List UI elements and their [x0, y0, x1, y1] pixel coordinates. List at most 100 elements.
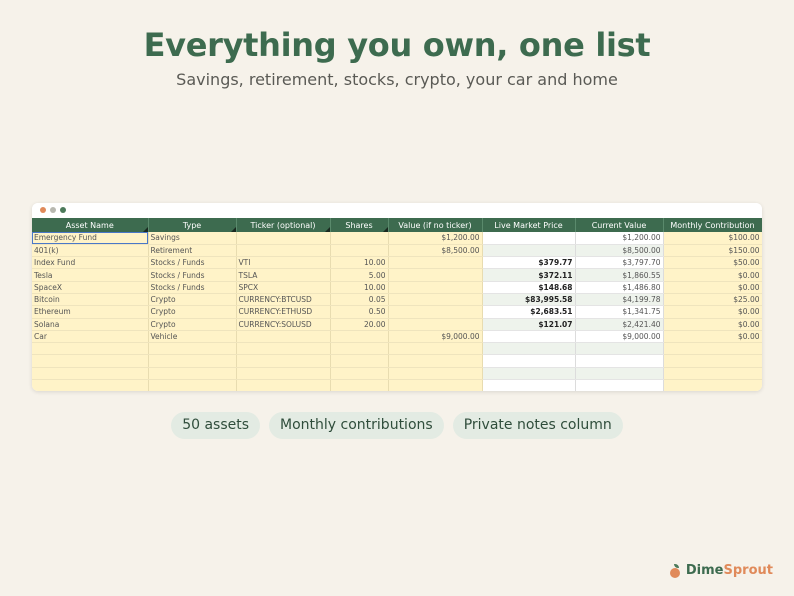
- table-cell[interactable]: [236, 330, 331, 344]
- table-cell[interactable]: $2,683.51: [482, 305, 576, 319]
- table-cell[interactable]: [148, 342, 237, 356]
- table-cell[interactable]: $83,995.58: [482, 293, 576, 307]
- window-dot-minimize[interactable]: [50, 207, 56, 213]
- table-cell[interactable]: Vehicle: [148, 330, 237, 344]
- table-cell[interactable]: $0.00: [663, 305, 762, 319]
- table-cell[interactable]: CURRENCY:SOLUSD: [236, 318, 331, 331]
- table-cell[interactable]: Retirement: [148, 244, 237, 258]
- table-cell[interactable]: [236, 379, 331, 391]
- table-cell[interactable]: [388, 293, 483, 307]
- table-cell[interactable]: 10.00: [330, 256, 389, 270]
- table-cell[interactable]: [236, 354, 331, 368]
- table-cell[interactable]: [388, 256, 483, 270]
- table-cell[interactable]: [148, 367, 237, 381]
- table-cell[interactable]: Crypto: [148, 305, 237, 319]
- table-cell[interactable]: [236, 232, 331, 245]
- table-cell[interactable]: $150.00: [663, 244, 762, 258]
- column-header[interactable]: Type: [148, 218, 237, 232]
- table-cell[interactable]: Solana: [32, 318, 149, 331]
- table-cell[interactable]: [32, 379, 149, 391]
- table-cell[interactable]: Tesla: [32, 268, 149, 282]
- table-cell[interactable]: 0.05: [330, 293, 389, 307]
- table-cell[interactable]: $0.00: [663, 330, 762, 344]
- table-cell[interactable]: [236, 244, 331, 258]
- table-cell[interactable]: CURRENCY:ETHUSD: [236, 305, 331, 319]
- table-cell[interactable]: [148, 354, 237, 368]
- table-cell[interactable]: $0.00: [663, 268, 762, 282]
- table-cell[interactable]: $148.68: [482, 281, 576, 294]
- window-dot-maximize[interactable]: [60, 207, 66, 213]
- table-cell[interactable]: $1,341.75: [575, 305, 664, 319]
- table-cell[interactable]: [388, 281, 483, 294]
- table-cell[interactable]: [330, 354, 389, 368]
- table-cell[interactable]: [663, 354, 762, 368]
- filter-corner-icon[interactable]: [382, 227, 388, 232]
- table-cell[interactable]: [388, 379, 483, 391]
- column-header[interactable]: Value (if no ticker): [388, 218, 483, 232]
- column-header[interactable]: Shares: [330, 218, 389, 232]
- table-cell[interactable]: $1,200.00: [388, 232, 483, 245]
- table-cell[interactable]: $121.07: [482, 318, 576, 331]
- table-cell[interactable]: $1,486.80: [575, 281, 664, 294]
- filter-corner-icon[interactable]: [142, 227, 148, 232]
- table-cell[interactable]: Stocks / Funds: [148, 256, 237, 270]
- table-cell[interactable]: 0.50: [330, 305, 389, 319]
- table-cell[interactable]: SPCX: [236, 281, 331, 294]
- table-cell[interactable]: [330, 244, 389, 258]
- table-cell[interactable]: $372.11: [482, 268, 576, 282]
- table-cell[interactable]: $379.77: [482, 256, 576, 270]
- column-header[interactable]: Ticker (optional): [236, 218, 331, 232]
- table-cell[interactable]: [388, 268, 483, 282]
- table-cell[interactable]: 5.00: [330, 268, 389, 282]
- table-cell[interactable]: TSLA: [236, 268, 331, 282]
- table-cell[interactable]: [148, 379, 237, 391]
- table-cell[interactable]: [482, 354, 576, 368]
- column-header[interactable]: Live Market Price: [482, 218, 576, 232]
- table-cell[interactable]: Emergency Fund: [32, 232, 149, 245]
- table-cell[interactable]: $25.00: [663, 293, 762, 307]
- table-cell[interactable]: Crypto: [148, 318, 237, 331]
- table-cell[interactable]: $50.00: [663, 256, 762, 270]
- table-cell[interactable]: SpaceX: [32, 281, 149, 294]
- table-cell[interactable]: [388, 367, 483, 381]
- table-cell[interactable]: [388, 354, 483, 368]
- table-cell[interactable]: 10.00: [330, 281, 389, 294]
- table-cell[interactable]: $1,200.00: [575, 232, 664, 245]
- table-cell[interactable]: Stocks / Funds: [148, 268, 237, 282]
- table-cell[interactable]: Savings: [148, 232, 237, 245]
- table-cell[interactable]: [482, 367, 576, 381]
- table-cell[interactable]: 20.00: [330, 318, 389, 331]
- filter-corner-icon[interactable]: [324, 227, 330, 232]
- table-cell[interactable]: [388, 318, 483, 331]
- table-cell[interactable]: [388, 342, 483, 356]
- table-cell[interactable]: $100.00: [663, 232, 762, 245]
- table-cell[interactable]: [482, 330, 576, 344]
- table-cell[interactable]: [482, 232, 576, 245]
- table-cell[interactable]: $0.00: [663, 281, 762, 294]
- table-cell[interactable]: $8,500.00: [575, 244, 664, 258]
- table-cell[interactable]: $9,000.00: [388, 330, 483, 344]
- table-cell[interactable]: $1,860.55: [575, 268, 664, 282]
- table-cell[interactable]: VTI: [236, 256, 331, 270]
- table-cell[interactable]: Stocks / Funds: [148, 281, 237, 294]
- table-cell[interactable]: [575, 342, 664, 356]
- table-cell[interactable]: [330, 379, 389, 391]
- table-cell[interactable]: [482, 244, 576, 258]
- table-cell[interactable]: [330, 232, 389, 245]
- table-cell[interactable]: [388, 305, 483, 319]
- table-cell[interactable]: CURRENCY:BTCUSD: [236, 293, 331, 307]
- table-cell[interactable]: [236, 367, 331, 381]
- table-cell[interactable]: [330, 367, 389, 381]
- table-cell[interactable]: [575, 379, 664, 391]
- table-cell[interactable]: 401(k): [32, 244, 149, 258]
- table-cell[interactable]: $0.00: [663, 318, 762, 331]
- table-cell[interactable]: [663, 379, 762, 391]
- column-header[interactable]: Current Value: [575, 218, 664, 232]
- table-cell[interactable]: $9,000.00: [575, 330, 664, 344]
- column-header[interactable]: Monthly Contribution: [663, 218, 762, 232]
- table-cell[interactable]: [330, 330, 389, 344]
- table-cell[interactable]: $2,421.40: [575, 318, 664, 331]
- table-cell[interactable]: [236, 342, 331, 356]
- table-cell[interactable]: Crypto: [148, 293, 237, 307]
- table-cell[interactable]: [330, 342, 389, 356]
